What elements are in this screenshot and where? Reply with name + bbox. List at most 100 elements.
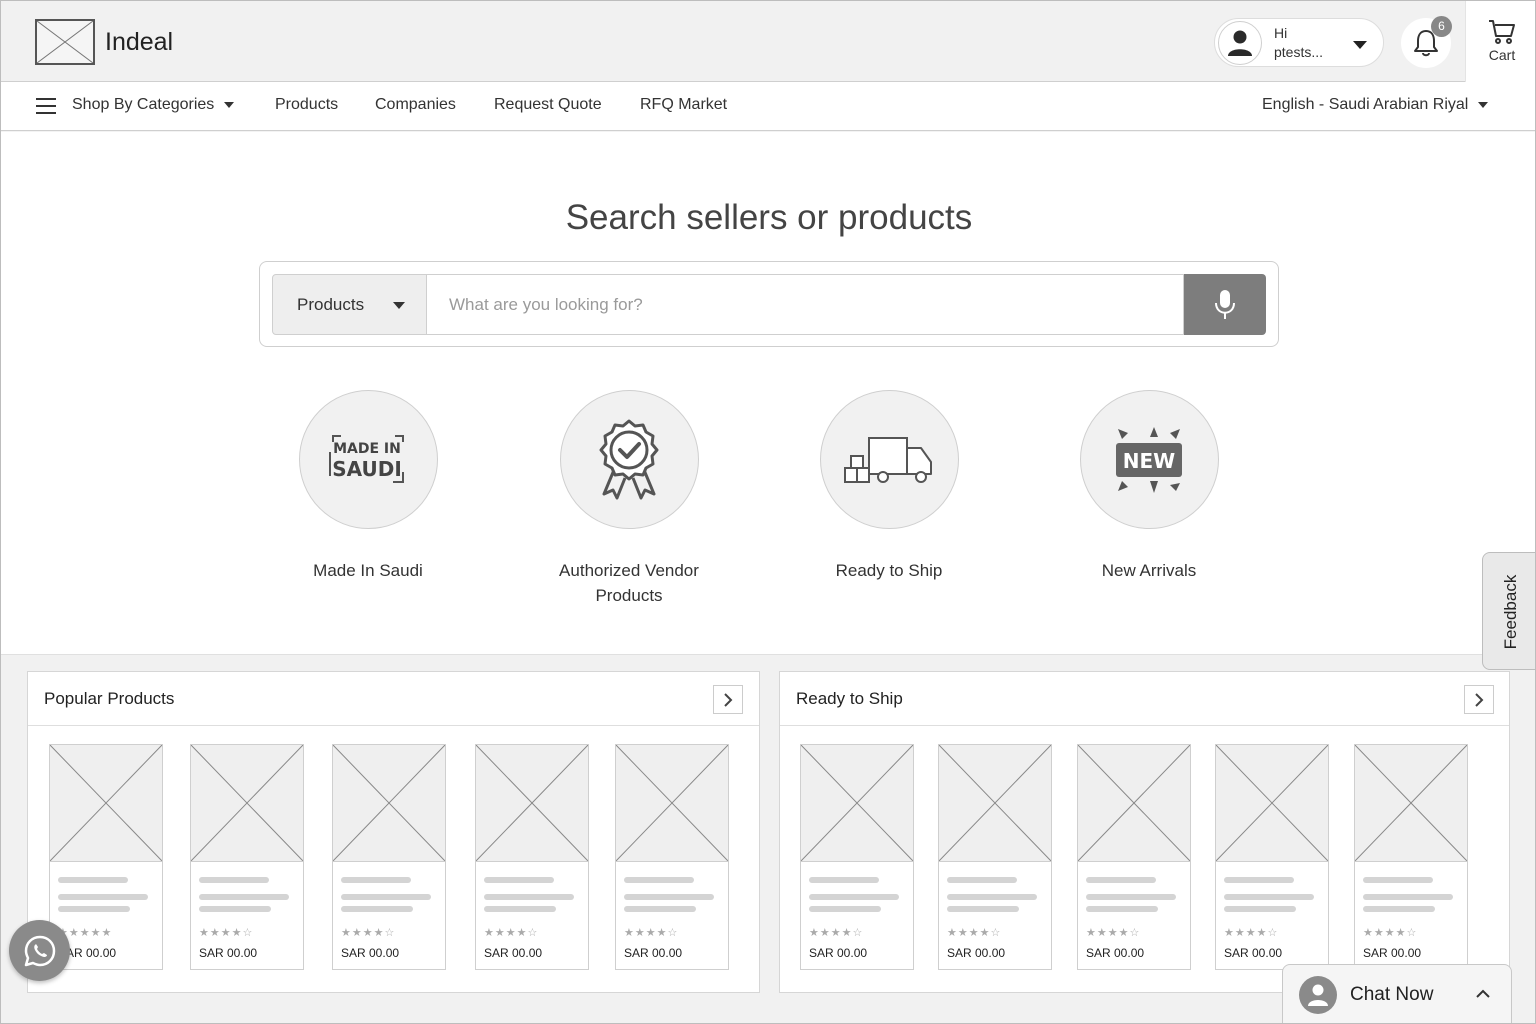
product-line-skeleton bbox=[624, 894, 714, 900]
product-card[interactable]: ★★★★☆ SAR 00.00 bbox=[938, 744, 1052, 970]
user-greeting: Hi bbox=[1274, 25, 1288, 41]
user-menu[interactable]: Hi ptests... bbox=[1214, 18, 1384, 67]
product-price: SAR 00.00 bbox=[809, 946, 868, 960]
category-label: New Arrivals bbox=[1101, 561, 1197, 580]
search-input[interactable] bbox=[427, 274, 1184, 335]
product-line-skeleton bbox=[341, 906, 413, 912]
product-line-skeleton bbox=[809, 906, 881, 912]
product-line-skeleton bbox=[1363, 894, 1453, 900]
product-title-skeleton bbox=[624, 877, 694, 883]
nav-item-companies[interactable]: Companies bbox=[375, 96, 456, 114]
category-label: Ready to Ship bbox=[835, 561, 943, 580]
cart-label: Cart bbox=[1488, 47, 1516, 63]
hero-title: Search sellers or products bbox=[565, 198, 973, 237]
product-title-skeleton bbox=[947, 877, 1017, 883]
product-price: SAR 00.00 bbox=[484, 946, 543, 960]
locale-label: English - Saudi Arabian Riyal bbox=[1262, 96, 1469, 113]
product-rating-stars: ★★★★☆ bbox=[484, 927, 539, 939]
product-rating-stars: ★★★★☆ bbox=[199, 927, 254, 939]
product-line-skeleton bbox=[1086, 906, 1158, 912]
new-burst-icon: NEW bbox=[1079, 390, 1219, 529]
product-line-skeleton bbox=[199, 894, 289, 900]
chevron-up-icon bbox=[1476, 989, 1490, 998]
category-ready-to-ship[interactable]: Ready to Ship bbox=[769, 390, 1009, 583]
top-header: Indeal Hi ptests... 6 Cart bbox=[1, 1, 1535, 82]
product-card[interactable]: ★★★★☆ SAR 00.00 bbox=[1354, 744, 1468, 970]
brand-name[interactable]: Indeal bbox=[105, 28, 173, 57]
award-ribbon-icon bbox=[559, 390, 699, 529]
chevron-down-icon bbox=[224, 101, 235, 108]
ready-to-ship-panel: Ready to Ship ★★★★☆ SAR 00.00 ★★★★☆ SAR 00.… bbox=[779, 671, 1510, 993]
product-image-placeholder-icon bbox=[476, 745, 588, 862]
category-label: Made In Saudi bbox=[313, 561, 423, 580]
feedback-tab[interactable]: Feedback bbox=[1482, 552, 1535, 670]
product-image-placeholder-icon bbox=[616, 745, 728, 862]
product-image-placeholder-icon bbox=[1078, 745, 1190, 862]
category-new-arrivals[interactable]: NEW New Arrivals bbox=[1029, 390, 1269, 583]
category-authorized-vendor[interactable]: Authorized Vendor Products bbox=[509, 390, 749, 608]
chat-now-label: Chat Now bbox=[1350, 984, 1434, 1005]
product-card[interactable]: ★★★★☆ SAR 00.00 bbox=[615, 744, 729, 970]
product-rating-stars: ★★★★☆ bbox=[1363, 927, 1418, 939]
user-name: ptests... bbox=[1274, 44, 1324, 60]
voice-search-button[interactable] bbox=[1184, 274, 1266, 335]
chevron-down-icon bbox=[1478, 101, 1489, 108]
popular-products-next-button[interactable] bbox=[713, 685, 743, 714]
logo-placeholder-icon[interactable] bbox=[35, 19, 95, 65]
ready-to-ship-next-button[interactable] bbox=[1464, 685, 1494, 714]
product-rating-stars: ★★★★☆ bbox=[809, 927, 864, 939]
chevron-down-icon bbox=[393, 302, 405, 309]
whatsapp-button[interactable] bbox=[9, 920, 70, 981]
search-scope-select[interactable]: Products bbox=[272, 274, 427, 335]
made-in-saudi-icon: MADE IN SAUDI bbox=[298, 390, 438, 529]
product-rating-stars: ★★★★☆ bbox=[1086, 927, 1141, 939]
cart-button[interactable]: Cart bbox=[1465, 1, 1535, 82]
product-price: SAR 00.00 bbox=[199, 946, 258, 960]
hamburger-menu-icon[interactable] bbox=[36, 98, 56, 114]
nav-bar: Shop By Categories Products Companies Re… bbox=[1, 82, 1535, 131]
product-title-skeleton bbox=[809, 877, 879, 883]
locale-currency-dropdown[interactable]: English - Saudi Arabian Riyal bbox=[1262, 96, 1489, 114]
product-rating-stars: ★★★★☆ bbox=[1224, 927, 1279, 939]
product-price: SAR 00.00 bbox=[1363, 946, 1422, 960]
product-card[interactable]: ★★★★☆ SAR 00.00 bbox=[475, 744, 589, 970]
product-line-skeleton bbox=[199, 906, 271, 912]
page-frame: Indeal Hi ptests... 6 Cart Shop By Categ… bbox=[0, 0, 1536, 1024]
product-rating-stars: ★★★★☆ bbox=[341, 927, 396, 939]
category-made-in-saudi[interactable]: MADE IN SAUDI Made In Saudi bbox=[248, 390, 488, 583]
product-title-skeleton bbox=[484, 877, 554, 883]
nav-item-rfq-market[interactable]: RFQ Market bbox=[640, 96, 727, 114]
notification-count-badge: 6 bbox=[1431, 16, 1452, 37]
product-line-skeleton bbox=[624, 906, 696, 912]
product-card[interactable]: ★★★★☆ SAR 00.00 bbox=[332, 744, 446, 970]
product-card[interactable]: ★★★★☆ SAR 00.00 bbox=[800, 744, 914, 970]
product-line-skeleton bbox=[1363, 906, 1435, 912]
product-image-placeholder-icon bbox=[1216, 745, 1328, 862]
product-line-skeleton bbox=[341, 894, 431, 900]
chat-now-widget[interactable]: Chat Now bbox=[1282, 964, 1512, 1023]
product-line-skeleton bbox=[484, 894, 574, 900]
product-card[interactable]: ★★★★☆ SAR 00.00 bbox=[1077, 744, 1191, 970]
product-line-skeleton bbox=[809, 894, 899, 900]
product-rating-stars: ★★★★☆ bbox=[624, 927, 679, 939]
shop-by-categories-dropdown[interactable]: Shop By Categories bbox=[72, 96, 235, 114]
product-line-skeleton bbox=[1086, 894, 1176, 900]
product-price: SAR 00.00 bbox=[1224, 946, 1283, 960]
product-price: SAR 00.00 bbox=[341, 946, 400, 960]
chevron-down-icon bbox=[1353, 41, 1367, 49]
badge-made-in: MADE IN bbox=[333, 441, 401, 457]
nav-item-products[interactable]: Products bbox=[275, 96, 338, 114]
nav-item-request-quote[interactable]: Request Quote bbox=[494, 96, 602, 114]
product-line-skeleton bbox=[58, 894, 148, 900]
product-line-skeleton bbox=[1224, 906, 1296, 912]
whatsapp-icon bbox=[24, 935, 55, 966]
product-card[interactable]: ★★★★☆ SAR 00.00 bbox=[1215, 744, 1329, 970]
user-avatar-icon bbox=[1218, 21, 1262, 65]
product-card[interactable]: ★★★★☆ SAR 00.00 bbox=[190, 744, 304, 970]
chat-avatar-icon bbox=[1299, 976, 1337, 1014]
product-image-placeholder-icon bbox=[939, 745, 1051, 862]
microphone-icon bbox=[1215, 289, 1235, 319]
product-image-placeholder-icon bbox=[50, 745, 162, 862]
product-image-placeholder-icon bbox=[1355, 745, 1467, 862]
panel-title: Ready to Ship bbox=[796, 689, 903, 708]
